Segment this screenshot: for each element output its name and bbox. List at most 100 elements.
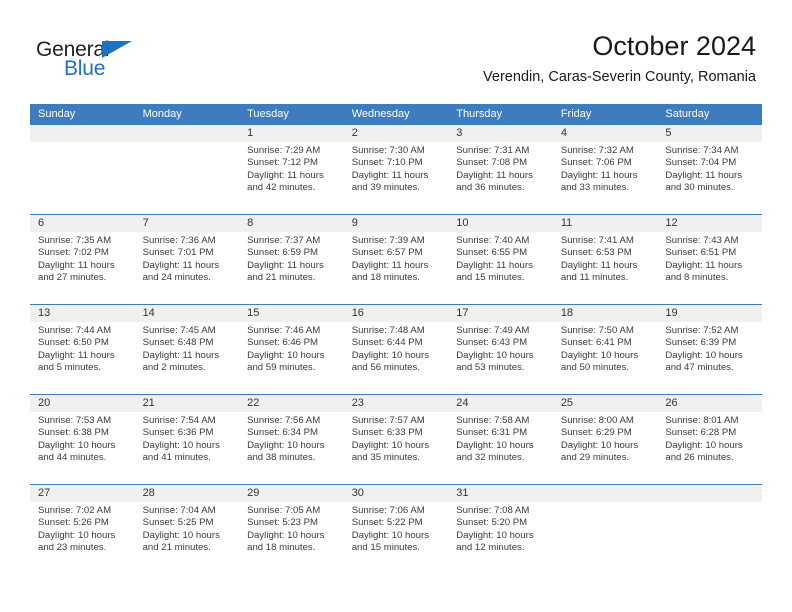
weekday-header-saturday: Saturday <box>665 108 710 120</box>
sunset-text: Sunset: 5:26 PM <box>38 517 109 529</box>
sunrise-text: Sunrise: 7:06 AM <box>351 505 425 516</box>
daylight-text-line1: Daylight: 10 hours <box>247 349 325 361</box>
day-number: 7 <box>142 217 149 229</box>
week-date-band: 20 21 22 23 24 25 26 <box>30 395 762 412</box>
day-number: 28 <box>142 487 155 499</box>
day-cell: Sunrise: 7:05 AM Sunset: 5:23 PM Dayligh… <box>239 502 344 574</box>
day-cell: Sunrise: 7:34 AM Sunset: 7:04 PM Dayligh… <box>657 142 762 214</box>
daylight-text-line2: and 21 minutes. <box>247 271 316 283</box>
daylight-text-line2: and 2 minutes. <box>142 361 206 373</box>
daylight-text-line2: and 53 minutes. <box>456 361 525 373</box>
sunset-text: Sunset: 7:10 PM <box>351 157 423 169</box>
day-cell: Sunrise: 8:01 AM Sunset: 6:28 PM Dayligh… <box>657 412 762 484</box>
daylight-text-line1: Daylight: 10 hours <box>142 439 220 451</box>
day-cell: Sunrise: 7:43 AM Sunset: 6:51 PM Dayligh… <box>657 232 762 304</box>
daylight-text-line2: and 41 minutes. <box>142 451 211 463</box>
weekday-header-sunday: Sunday <box>38 108 76 120</box>
daylight-text-line1: Daylight: 10 hours <box>560 439 639 451</box>
daylight-text-line2: and 39 minutes. <box>351 181 420 193</box>
week-date-band: 1 2 3 4 5 <box>30 125 762 142</box>
sunrise-text: Sunrise: 7:37 AM <box>247 235 321 246</box>
sunrise-text: Sunrise: 7:41 AM <box>560 235 634 246</box>
day-cell: Sunrise: 7:50 AM Sunset: 6:41 PM Dayligh… <box>553 322 658 394</box>
sunrise-text: Sunrise: 7:46 AM <box>247 325 321 336</box>
daylight-text-line1: Daylight: 10 hours <box>351 349 430 361</box>
daylight-text-line1: Daylight: 11 hours <box>351 259 429 271</box>
daylight-text-line1: Daylight: 10 hours <box>560 349 639 361</box>
sunrise-text: Sunrise: 7:40 AM <box>456 235 530 246</box>
sunrise-text: Sunrise: 7:49 AM <box>456 325 530 336</box>
logo-triangle-icon <box>102 41 132 58</box>
day-cell: Sunrise: 7:08 AM Sunset: 5:20 PM Dayligh… <box>448 502 553 574</box>
day-cell: Sunrise: 7:29 AM Sunset: 7:12 PM Dayligh… <box>239 142 344 214</box>
sunset-text: Sunset: 6:28 PM <box>665 427 737 439</box>
day-number <box>553 485 658 502</box>
day-cell: Sunrise: 7:39 AM Sunset: 6:57 PM Dayligh… <box>344 232 449 304</box>
sunrise-text: Sunrise: 7:30 AM <box>351 145 425 156</box>
daylight-text-line1: Daylight: 10 hours <box>351 529 430 541</box>
daylight-text-line2: and 15 minutes. <box>351 541 420 553</box>
daylight-text-line2: and 30 minutes. <box>665 181 734 193</box>
page-header: General Blue October 2024 Verendin, Cara… <box>0 0 792 104</box>
sunset-text: Sunset: 6:34 PM <box>247 427 319 439</box>
day-cell: Sunrise: 7:35 AM Sunset: 7:02 PM Dayligh… <box>30 232 135 304</box>
calendar-week-row: 27 28 29 30 31 Sunrise: 7:02 AM Sunset: … <box>30 484 762 574</box>
week-detail-band: Sunrise: 7:29 AM Sunset: 7:12 PM Dayligh… <box>30 142 762 214</box>
daylight-text-line1: Daylight: 11 hours <box>456 169 533 181</box>
day-cell: Sunrise: 7:45 AM Sunset: 6:48 PM Dayligh… <box>135 322 240 394</box>
daylight-text-line1: Daylight: 10 hours <box>38 439 116 451</box>
day-cell: Sunrise: 7:52 AM Sunset: 6:39 PM Dayligh… <box>657 322 762 394</box>
daylight-text-line2: and 27 minutes. <box>38 271 107 283</box>
daylight-text-line1: Daylight: 11 hours <box>456 259 533 271</box>
daylight-text-line2: and 59 minutes. <box>247 361 316 373</box>
day-cell: Sunrise: 7:06 AM Sunset: 5:22 PM Dayligh… <box>344 502 449 574</box>
day-cell <box>135 142 240 214</box>
sunrise-text: Sunrise: 7:04 AM <box>142 505 216 516</box>
sunrise-text: Sunrise: 7:29 AM <box>247 145 321 156</box>
daylight-text-line1: Daylight: 11 hours <box>38 349 115 361</box>
day-number: 12 <box>665 217 678 229</box>
day-number: 26 <box>665 397 678 409</box>
daylight-text-line2: and 8 minutes. <box>665 271 729 283</box>
day-cell: Sunrise: 7:57 AM Sunset: 6:33 PM Dayligh… <box>344 412 449 484</box>
sunset-text: Sunset: 6:39 PM <box>665 337 737 349</box>
day-number: 6 <box>38 217 45 229</box>
week-detail-band: Sunrise: 7:44 AM Sunset: 6:50 PM Dayligh… <box>30 322 762 394</box>
daylight-text-line1: Daylight: 10 hours <box>456 529 534 541</box>
day-cell: Sunrise: 7:31 AM Sunset: 7:08 PM Dayligh… <box>448 142 553 214</box>
sunrise-text: Sunrise: 7:54 AM <box>142 415 216 426</box>
day-number: 17 <box>456 307 469 319</box>
sunrise-text: Sunrise: 7:57 AM <box>351 415 425 426</box>
sunset-text: Sunset: 6:51 PM <box>665 247 737 259</box>
day-number: 31 <box>456 487 469 499</box>
daylight-text-line1: Daylight: 11 hours <box>142 349 220 361</box>
weekday-header-friday: Friday <box>560 108 592 120</box>
day-cell: Sunrise: 7:44 AM Sunset: 6:50 PM Dayligh… <box>30 322 135 394</box>
weekday-header-tuesday: Tuesday <box>247 108 289 120</box>
sunset-text: Sunset: 6:43 PM <box>456 337 528 349</box>
sunset-text: Sunset: 5:25 PM <box>142 517 214 529</box>
sunset-text: Sunset: 6:31 PM <box>456 427 528 439</box>
page-subtitle: Verendin, Caras-Severin County, Romania <box>483 69 756 85</box>
week-detail-band: Sunrise: 7:35 AM Sunset: 7:02 PM Dayligh… <box>30 232 762 304</box>
daylight-text-line1: Daylight: 11 hours <box>38 259 115 271</box>
day-cell <box>657 502 762 574</box>
daylight-text-line2: and 26 minutes. <box>665 451 734 463</box>
sunset-text: Sunset: 6:36 PM <box>142 427 214 439</box>
day-number: 3 <box>456 127 463 139</box>
sunrise-text: Sunrise: 7:44 AM <box>38 325 112 336</box>
sunrise-text: Sunrise: 7:48 AM <box>351 325 425 336</box>
day-cell: Sunrise: 7:02 AM Sunset: 5:26 PM Dayligh… <box>30 502 135 574</box>
sunset-text: Sunset: 5:22 PM <box>351 517 423 529</box>
day-cell: Sunrise: 7:30 AM Sunset: 7:10 PM Dayligh… <box>344 142 449 214</box>
sunrise-text: Sunrise: 7:45 AM <box>142 325 216 336</box>
sunset-text: Sunset: 6:57 PM <box>351 247 423 259</box>
daylight-text-line2: and 11 minutes. <box>560 271 629 283</box>
daylight-text-line1: Daylight: 11 hours <box>247 259 324 271</box>
day-cell: Sunrise: 8:00 AM Sunset: 6:29 PM Dayligh… <box>553 412 658 484</box>
sunset-text: Sunset: 6:38 PM <box>38 427 109 439</box>
page-title: October 2024 <box>592 31 756 61</box>
daylight-text-line2: and 5 minutes. <box>38 361 101 373</box>
week-date-band: 6 7 8 9 10 11 12 <box>30 215 762 232</box>
day-number: 23 <box>351 397 364 409</box>
